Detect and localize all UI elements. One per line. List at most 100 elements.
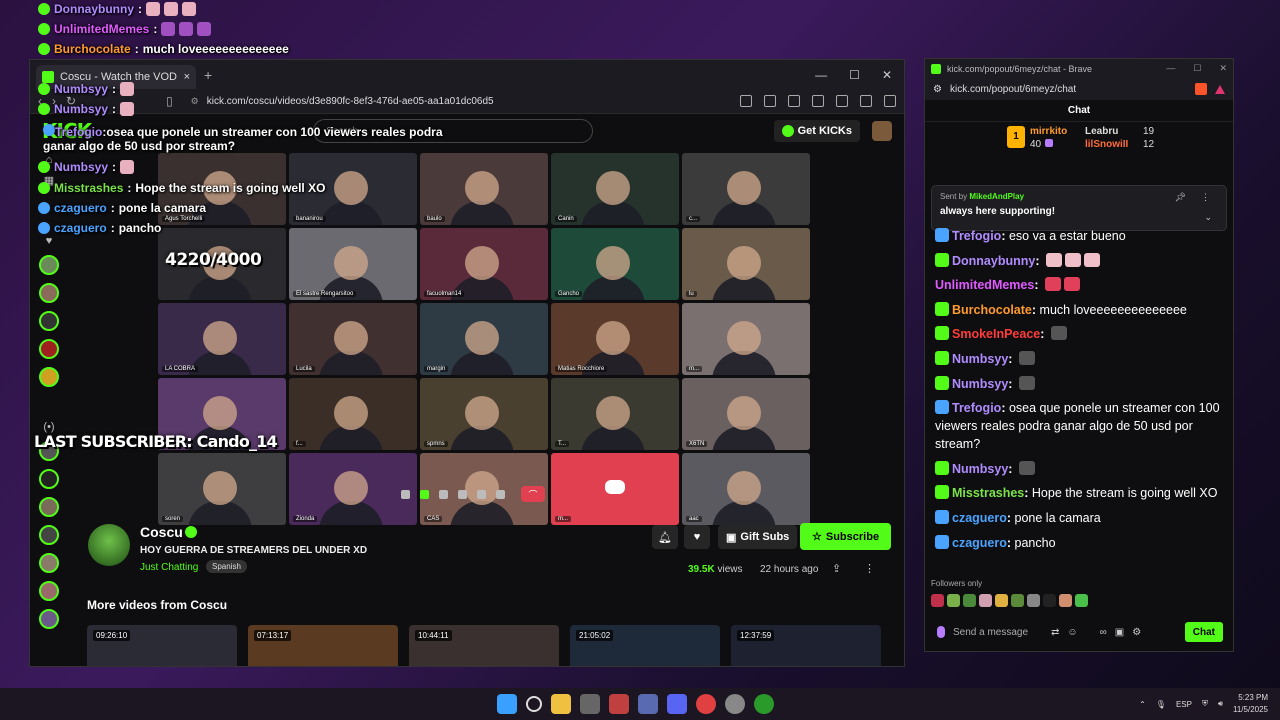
leader-3-name[interactable]: lilSnowiII xyxy=(1085,139,1128,150)
bell-icon[interactable]: 🔔︎ xyxy=(652,525,678,549)
send-chat-button[interactable]: Chat xyxy=(1184,622,1223,642)
mic-icon[interactable] xyxy=(937,626,945,638)
get-kicks-button[interactable]: Get KICKs xyxy=(773,120,860,142)
channel-name[interactable]: Coscu xyxy=(140,524,183,540)
participant-tile[interactable]: c... xyxy=(682,153,810,225)
brave-rewards-icon[interactable] xyxy=(1215,84,1225,94)
discord-icon[interactable] xyxy=(667,694,687,714)
user-avatar[interactable] xyxy=(872,121,892,141)
participant-tile[interactable]: aac xyxy=(682,453,810,525)
url-field[interactable]: ⚙ kick.com/coscu/videos/d3e890fc-8ef3-47… xyxy=(183,91,603,111)
maximize-icon[interactable]: ☐ xyxy=(1193,63,1201,74)
brave-icon[interactable] xyxy=(638,694,658,714)
chat-username[interactable]: SmokeInPeace xyxy=(952,327,1040,341)
participant-tile[interactable]: baulo xyxy=(420,153,548,225)
share-icon[interactable]: ⇪ xyxy=(832,562,841,575)
leo-icon[interactable] xyxy=(836,95,848,107)
participant-tile[interactable]: T... xyxy=(551,378,679,450)
close-window-icon[interactable]: ✕ xyxy=(882,68,892,82)
more-icon[interactable] xyxy=(496,489,505,499)
emote-icon[interactable] xyxy=(947,594,960,607)
emoji-icon[interactable]: ☺ xyxy=(1067,627,1077,638)
clock[interactable]: 5:23 PM 11/5/2025 xyxy=(1233,692,1268,716)
chevron-down-icon[interactable]: ⌄ xyxy=(1204,212,1212,223)
chat-username[interactable]: czaguero xyxy=(952,536,1007,550)
message-input[interactable]: Send a message xyxy=(953,627,1043,638)
new-tab-icon[interactable]: + xyxy=(204,67,212,83)
rail-channel-avatar[interactable] xyxy=(39,255,59,275)
tab-close-icon[interactable]: × xyxy=(184,71,190,83)
participant-tile[interactable]: X6TN xyxy=(682,378,810,450)
grid-icon[interactable] xyxy=(458,489,467,499)
rail-channel-avatar[interactable] xyxy=(39,581,59,601)
chat-username[interactable]: Numbsyy xyxy=(952,462,1008,476)
pin-icon[interactable]: 📌︎ xyxy=(1175,192,1186,203)
emote-icon[interactable] xyxy=(1027,594,1040,607)
emote-icon[interactable] xyxy=(995,594,1008,607)
participant-tile[interactable]: soren xyxy=(158,453,286,525)
site-info-icon[interactable]: ⚙ xyxy=(191,96,199,107)
leader-2-name[interactable]: Leabru xyxy=(1085,126,1118,137)
language-tag[interactable]: Spanish xyxy=(206,560,247,573)
rail-channel-avatar[interactable] xyxy=(39,283,59,303)
rail-channel-avatar[interactable] xyxy=(39,497,59,517)
chat-username[interactable]: czaguero xyxy=(952,511,1007,525)
search-icon[interactable] xyxy=(526,696,542,712)
media-icon[interactable] xyxy=(788,95,800,107)
rail-channel-avatar[interactable] xyxy=(39,609,59,629)
participant-tile[interactable]: m... xyxy=(551,453,679,525)
gift-subs-button[interactable]: ▣ Gift Subs xyxy=(718,525,798,549)
kicks-icon[interactable]: ∞ xyxy=(1100,627,1107,638)
rail-channel-avatar[interactable] xyxy=(39,525,59,545)
subscribe-button[interactable]: ☆ Subscribe xyxy=(800,523,892,550)
chat-username[interactable]: Donnaybunny xyxy=(952,254,1035,268)
wallet-icon[interactable] xyxy=(812,95,824,107)
rail-channel-avatar[interactable] xyxy=(39,367,59,387)
close-window-icon[interactable]: ✕ xyxy=(1219,63,1227,74)
share-screen-icon[interactable] xyxy=(439,489,448,499)
emote-icon[interactable] xyxy=(1011,594,1024,607)
minimize-icon[interactable]: — xyxy=(1166,63,1175,74)
participant-tile[interactable]: El sastre Rengarsitoo xyxy=(289,228,417,300)
participant-tile[interactable]: LA COBRA xyxy=(158,303,286,375)
more-options-icon[interactable]: ⋮ xyxy=(864,562,875,575)
rail-channel-avatar[interactable] xyxy=(39,553,59,573)
bookmark-icon[interactable]: ▯ xyxy=(166,94,173,108)
emote-icon[interactable] xyxy=(1043,594,1056,607)
leader-1-name[interactable]: mirrkito xyxy=(1030,126,1067,137)
participant-tile[interactable]: Zionda xyxy=(289,453,417,525)
gift-icon[interactable]: ▣ xyxy=(1115,627,1124,638)
translate-icon[interactable]: ⇄ xyxy=(1051,627,1059,638)
participant-tile[interactable]: facuolman14 xyxy=(420,228,548,300)
participant-tile[interactable]: lu xyxy=(682,228,810,300)
minimize-icon[interactable]: — xyxy=(815,68,827,82)
windows-start-icon[interactable] xyxy=(497,694,517,714)
participant-tile[interactable]: Canin xyxy=(551,153,679,225)
following-icon[interactable]: ♥ xyxy=(46,235,53,247)
activity-icon[interactable] xyxy=(477,489,486,499)
video-thumbnail[interactable]: 21:05:02 xyxy=(570,625,720,666)
menu-icon[interactable] xyxy=(884,95,896,107)
participant-tile[interactable]: f... xyxy=(289,378,417,450)
chat-username[interactable]: UnlimitedMemes xyxy=(935,278,1034,292)
channel-avatar[interactable] xyxy=(88,524,130,566)
emote-icon[interactable] xyxy=(931,594,944,607)
category-link[interactable]: Just Chatting xyxy=(140,562,198,573)
site-info-icon[interactable]: ⚙ xyxy=(933,84,942,95)
participant-tile[interactable]: Lucila xyxy=(289,303,417,375)
sidebar-icon[interactable] xyxy=(764,95,776,107)
brave-shields-icon[interactable] xyxy=(1195,83,1207,95)
language-indicator[interactable]: ESP xyxy=(1176,700,1192,709)
maximize-icon[interactable]: ☐ xyxy=(849,68,860,82)
settings-icon[interactable]: ⚙ xyxy=(1132,627,1141,638)
chrome-icon[interactable] xyxy=(696,694,716,714)
rail-channel-avatar[interactable] xyxy=(39,339,59,359)
video-player[interactable]: Agus Torchelli bananirou baulo Canin c... El … xyxy=(158,153,812,525)
video-thumbnail[interactable]: 09:26:10 xyxy=(87,625,237,666)
emote-icon[interactable] xyxy=(1075,594,1088,607)
video-thumbnail[interactable]: 12:37:59 xyxy=(731,625,881,666)
participant-tile[interactable]: spmns xyxy=(420,378,548,450)
follow-heart-icon[interactable]: ♥ xyxy=(684,525,710,549)
chat-username[interactable]: Numbsyy xyxy=(952,352,1008,366)
mic-icon[interactable]: 🎙︎ xyxy=(1156,700,1166,709)
